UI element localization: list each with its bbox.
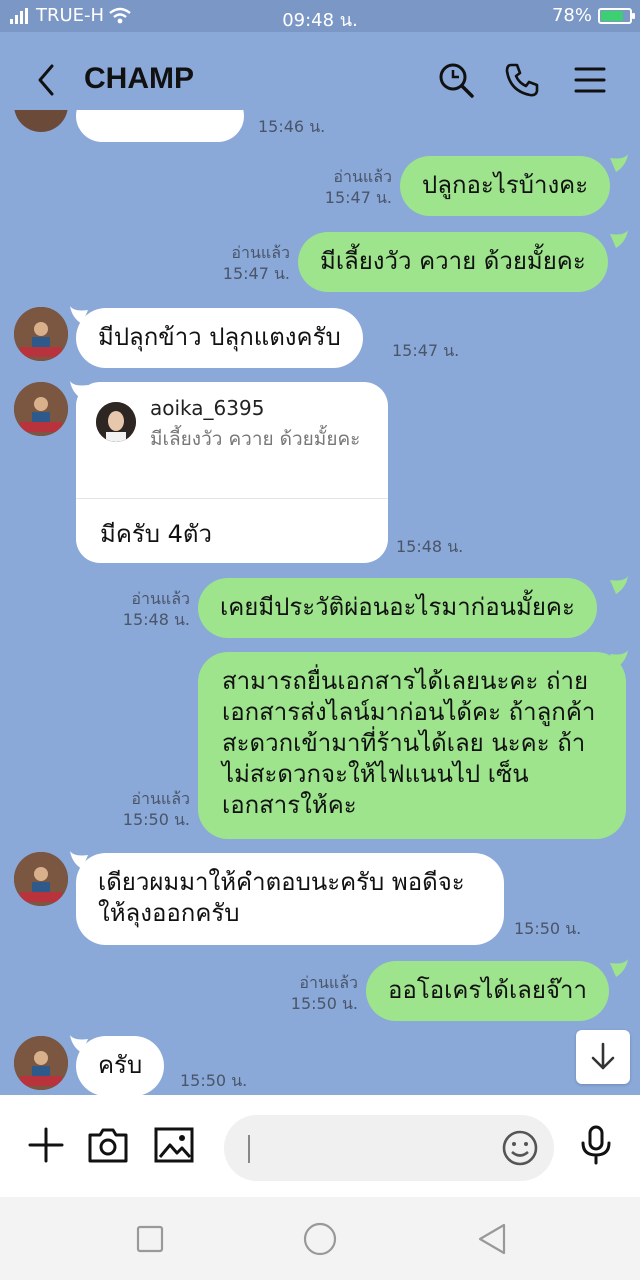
message-bubble[interactable]: ออโอเครได้เลยจ๊าา — [366, 961, 609, 1021]
quoted-avatar — [96, 402, 136, 442]
message-time-partial: 15:46 น. — [258, 117, 326, 136]
message-bubble[interactable]: สามารถยื่นเอกสารได้เลยนะคะ ถ่ายเอกสารส่ง… — [198, 652, 626, 839]
message-time: 15:50 น. — [180, 1071, 248, 1090]
system-nav-bar — [0, 1197, 640, 1280]
camera-icon[interactable] — [86, 1123, 130, 1167]
bubble-tail — [610, 650, 628, 668]
message-time: 15:50 น. — [514, 919, 582, 938]
plus-icon[interactable] — [24, 1123, 68, 1167]
message-meta: อ่านแล้ว 15:50 น. — [98, 788, 190, 830]
reply-text: มีครับ 4ตัว — [100, 520, 212, 548]
message-time: 15:50 น. — [122, 810, 190, 829]
message-bubble[interactable]: มีปลุกข้าว ปลุกแตงครับ — [76, 308, 363, 368]
avatar[interactable] — [14, 307, 68, 361]
bubble-tail — [610, 576, 628, 594]
read-receipt: อ่านแล้ว — [299, 973, 358, 992]
bubble-tail — [610, 154, 628, 172]
message-time: 15:47 น. — [222, 264, 290, 283]
reply-message-bubble[interactable]: aoika_6395 มีเลี้ยงวัว ควาย ด้วยมั้ยคะ ม… — [76, 382, 388, 563]
arrow-down-icon — [591, 1042, 615, 1070]
message-bubble-partial[interactable] — [76, 110, 244, 142]
message-bubble[interactable]: เคยมีประวัติผ่อนอะไรมาก่อนมั้ยคะ — [198, 578, 597, 638]
message-time: 15:48 น. — [122, 610, 190, 629]
search-icon[interactable] — [436, 60, 476, 100]
divider — [76, 498, 388, 499]
home-icon[interactable] — [302, 1221, 338, 1257]
quoted-message-text: มีเลี้ยงวัว ควาย ด้วยมั้ยคะ — [150, 428, 361, 450]
avatar[interactable] — [14, 382, 68, 436]
recent-apps-icon[interactable] — [132, 1221, 168, 1257]
bubble-tail — [610, 959, 628, 977]
chat-area[interactable]: 15:46 น. อ่านแล้ว 15:47 น. ปลูกอะไรบ้างค… — [0, 110, 640, 1095]
chat-title: CHAMP — [84, 62, 194, 95]
status-right: 78% — [551, 5, 635, 26]
read-receipt: อ่านแล้ว — [131, 589, 190, 608]
message-time: 15:47 น. — [324, 188, 392, 207]
bubble-tail — [610, 230, 628, 248]
back-arrow-icon[interactable] — [30, 60, 66, 100]
battery-charging-icon — [598, 7, 635, 24]
message-time: 15:48 น. — [396, 537, 464, 556]
battery-percent: 78% — [551, 5, 592, 26]
avatar[interactable] — [14, 110, 68, 132]
microphone-icon[interactable] — [574, 1123, 618, 1167]
message-bubble[interactable]: ปลูกอะไรบ้างคะ — [400, 156, 611, 216]
message-meta: อ่านแล้ว 15:47 น. — [300, 166, 392, 208]
avatar[interactable] — [14, 852, 68, 906]
message-meta: อ่านแล้ว 15:47 น. — [198, 242, 290, 284]
message-meta: อ่านแล้ว 15:50 น. — [266, 972, 358, 1014]
message-bubble[interactable]: มีเลี้ยงวัว ควาย ด้วยมั้ยคะ — [298, 232, 608, 292]
message-time: 15:47 น. — [392, 341, 460, 360]
back-nav-icon[interactable] — [474, 1221, 510, 1257]
scroll-to-bottom-button[interactable] — [576, 1030, 630, 1084]
input-bar — [0, 1095, 640, 1197]
message-bubble[interactable]: เดียวผมมาให้คำตอบนะครับ พอดีจะให้ลุงออกค… — [76, 853, 504, 945]
avatar[interactable] — [14, 1036, 68, 1090]
status-time: 09:48 น. — [282, 10, 358, 31]
read-receipt: อ่านแล้ว — [333, 167, 392, 186]
message-time: 15:50 น. — [290, 994, 358, 1013]
status-bar: TRUE-H 09:48 น. 78% — [0, 0, 640, 32]
read-receipt: อ่านแล้ว — [231, 243, 290, 262]
emoji-icon[interactable] — [500, 1128, 540, 1168]
read-receipt: อ่านแล้ว — [131, 789, 190, 808]
image-icon[interactable] — [152, 1123, 196, 1167]
menu-icon[interactable] — [570, 60, 610, 100]
message-bubble[interactable]: ครับ — [76, 1036, 165, 1095]
message-input[interactable] — [224, 1115, 554, 1181]
phone-icon[interactable] — [502, 60, 542, 100]
message-meta: อ่านแล้ว 15:48 น. — [98, 588, 190, 630]
quoted-sender-name: aoika_6395 — [150, 396, 265, 420]
text-caret — [248, 1135, 250, 1163]
